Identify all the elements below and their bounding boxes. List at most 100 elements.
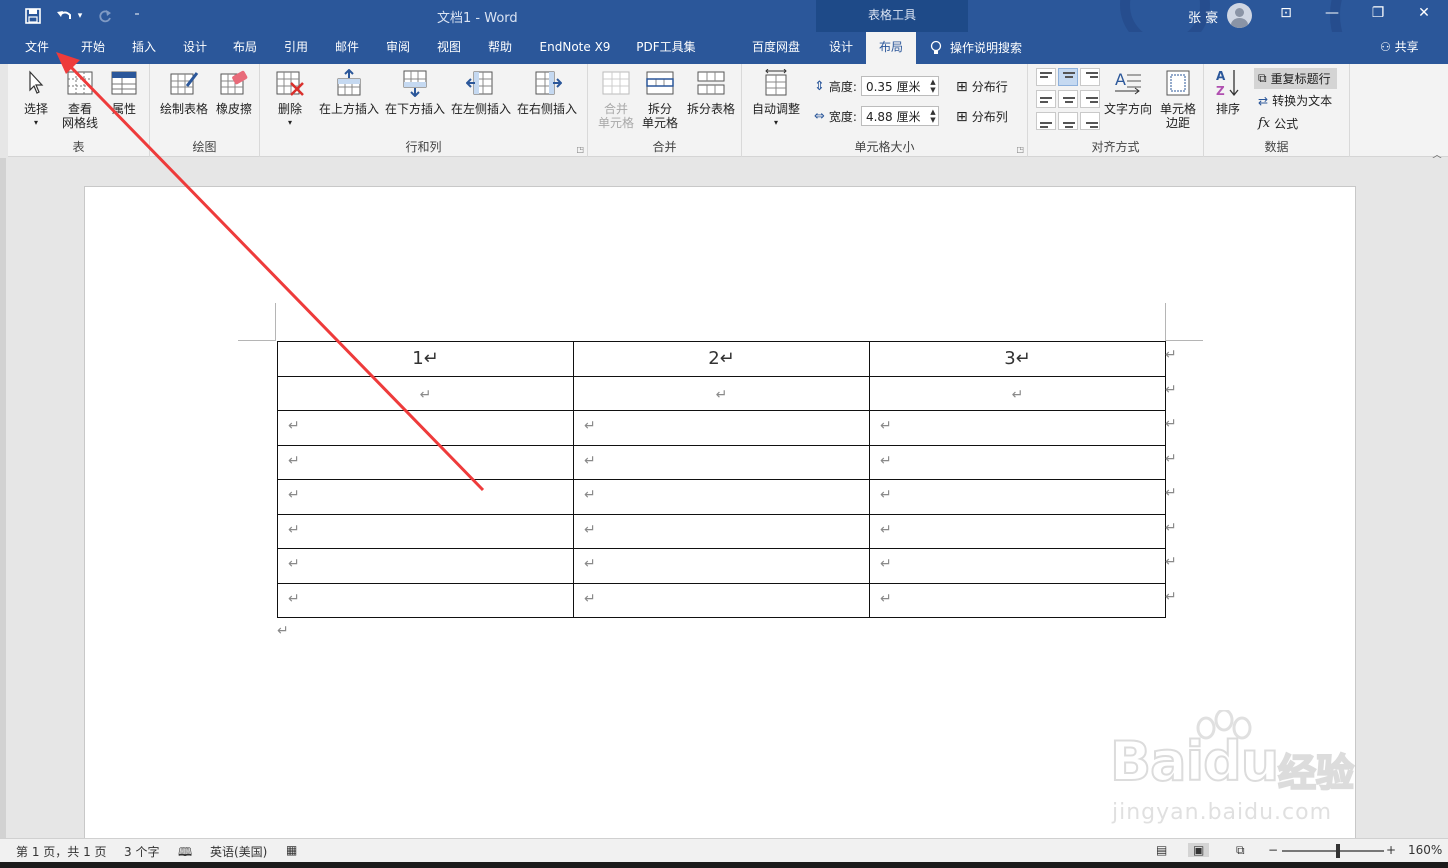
align-top-left-icon[interactable] xyxy=(1036,68,1056,86)
tell-me-search[interactable]: 操作说明搜索 xyxy=(930,32,1022,64)
select-button[interactable]: 选择 ▾ xyxy=(16,68,56,130)
draw-table-button[interactable]: 绘制表格 xyxy=(158,68,210,116)
formula-button[interactable]: fx 公式 xyxy=(1258,115,1298,132)
share-button[interactable]: ⚇ 共享 xyxy=(1380,32,1419,64)
redo-icon[interactable] xyxy=(94,6,116,26)
undo-icon[interactable] xyxy=(54,6,76,26)
align-middle-left-icon[interactable] xyxy=(1036,90,1056,108)
table-cell[interactable]: ↵ xyxy=(277,410,574,446)
customize-qat-icon[interactable]: ⁼ xyxy=(126,6,148,26)
zoom-slider[interactable] xyxy=(1282,844,1384,858)
table-cell[interactable]: ↵ xyxy=(573,513,870,549)
tab-references[interactable]: 引用 xyxy=(273,32,319,64)
tab-review[interactable]: 审阅 xyxy=(375,32,421,64)
insert-above-button[interactable]: 在上方插入 xyxy=(318,68,380,116)
table-cell[interactable]: ↵ xyxy=(869,582,1166,618)
tab-home[interactable]: 开始 xyxy=(70,32,116,64)
align-bottom-center-icon[interactable] xyxy=(1058,112,1078,130)
sort-button[interactable]: AZ 排序 xyxy=(1210,68,1246,116)
merge-cells-button[interactable]: 合并 单元格 xyxy=(596,68,636,130)
tab-endnote[interactable]: EndNote X9 xyxy=(532,32,618,64)
close-icon[interactable]: ✕ xyxy=(1412,5,1436,21)
autofit-button[interactable]: 自动调整 ▾ xyxy=(748,68,804,130)
row-height-input[interactable]: 0.35 厘米 ▲ ▼ xyxy=(860,76,939,96)
align-bottom-right-icon[interactable] xyxy=(1080,112,1100,130)
table-cell[interactable]: ↵ xyxy=(573,444,870,480)
language[interactable]: 英语(美国) xyxy=(210,843,267,860)
table-cell[interactable]: ↵ xyxy=(573,410,870,446)
text-direction-button[interactable]: A 文字方向 xyxy=(1102,68,1154,116)
table-cell[interactable]: ↵ xyxy=(573,375,870,411)
zoom-level[interactable]: 160% xyxy=(1408,843,1442,857)
table-cell[interactable]: ↵ xyxy=(869,513,1166,549)
insert-left-button[interactable]: 在左侧插入 xyxy=(450,68,512,116)
align-middle-center-icon[interactable] xyxy=(1058,90,1078,108)
table-cell[interactable]: ↵ xyxy=(277,548,574,584)
restore-icon[interactable]: ❐ xyxy=(1366,5,1390,21)
distribute-rows-button[interactable]: ⊞ 分布行 xyxy=(956,78,1008,95)
table-cell[interactable]: ↵ xyxy=(869,479,1166,515)
zoom-in-icon[interactable]: + xyxy=(1386,843,1396,857)
table-cell[interactable]: 2↵ xyxy=(573,341,870,377)
save-icon[interactable] xyxy=(22,6,44,26)
zoom-slider-thumb[interactable] xyxy=(1336,844,1340,858)
tab-table-design[interactable]: 设计 xyxy=(818,32,864,64)
convert-to-text-button[interactable]: ⇄ 转换为文本 xyxy=(1258,92,1332,109)
align-middle-right-icon[interactable] xyxy=(1080,90,1100,108)
zoom-out-icon[interactable]: − xyxy=(1268,843,1278,857)
repeat-header-rows-button[interactable]: ⧉ 重复标题行 xyxy=(1254,68,1337,89)
tab-file[interactable]: 文件 xyxy=(14,32,60,64)
tab-pdf-tools[interactable]: PDF工具集 xyxy=(628,32,704,64)
insert-below-button[interactable]: 在下方插入 xyxy=(384,68,446,116)
user-name[interactable]: 张 豪 xyxy=(1188,7,1218,26)
properties-button[interactable]: 属性 xyxy=(104,68,144,116)
tab-help[interactable]: 帮助 xyxy=(477,32,523,64)
eraser-button[interactable]: 橡皮擦 xyxy=(212,68,256,116)
column-width-input[interactable]: 4.88 厘米 ▲ ▼ xyxy=(860,106,939,126)
document-table[interactable]: 1↵ 2↵ 3↵ ↵ ↵ ↵ ↵ ↵ ↵ ↵ ↵ ↵ ↵ ↵ ↵ ↵ ↵ ↵ ↵… xyxy=(277,341,1166,618)
watermark-cn: 经验 xyxy=(1277,750,1355,796)
page-count[interactable]: 第 1 页，共 1 页 xyxy=(16,843,107,860)
split-table-button[interactable]: 拆分表格 xyxy=(684,68,738,116)
table-cell[interactable]: ↵ xyxy=(277,582,574,618)
table-cell[interactable]: ↵ xyxy=(869,375,1166,411)
table-cell[interactable]: 1↵ xyxy=(277,341,574,377)
table-cell[interactable]: ↵ xyxy=(573,548,870,584)
table-cell[interactable]: 3↵ xyxy=(869,341,1166,377)
align-bottom-left-icon[interactable] xyxy=(1036,112,1056,130)
tab-view[interactable]: 视图 xyxy=(426,32,472,64)
table-cell[interactable]: ↵ xyxy=(277,513,574,549)
word-count[interactable]: 3 个字 xyxy=(124,843,159,860)
macro-record-icon[interactable]: ▦ xyxy=(286,843,297,857)
insert-right-button[interactable]: 在右侧插入 xyxy=(516,68,578,116)
delete-button[interactable]: 删除 ▾ xyxy=(270,68,310,130)
split-cells-button[interactable]: 拆分 单元格 xyxy=(640,68,680,130)
ribbon-display-options-icon[interactable]: ⊡ xyxy=(1274,5,1298,21)
proofing-icon[interactable]: 🕮 xyxy=(178,843,192,864)
table-cell[interactable]: ↵ xyxy=(573,582,870,618)
table-cell[interactable]: ↵ xyxy=(573,479,870,515)
tab-baidu-netdisk[interactable]: 百度网盘 xyxy=(744,32,808,64)
avatar[interactable] xyxy=(1227,3,1252,28)
minimize-icon[interactable]: — xyxy=(1320,5,1344,21)
read-mode-icon[interactable]: ▤ xyxy=(1156,843,1167,857)
table-cell[interactable]: ↵ xyxy=(277,479,574,515)
table-cell[interactable]: ↵ xyxy=(869,444,1166,480)
web-layout-icon[interactable]: ⧉ xyxy=(1236,843,1245,858)
tab-table-layout[interactable]: 布局 xyxy=(866,32,916,64)
table-cell[interactable]: ↵ xyxy=(869,548,1166,584)
print-layout-icon[interactable]: ▣ xyxy=(1188,843,1210,857)
view-gridlines-button[interactable]: 查看 网格线 xyxy=(58,68,102,130)
undo-dropdown-icon[interactable]: ▾ xyxy=(76,6,84,26)
tab-mailings[interactable]: 邮件 xyxy=(324,32,370,64)
table-cell[interactable]: ↵ xyxy=(277,375,574,411)
table-cell[interactable]: ↵ xyxy=(277,444,574,480)
cell-margins-button[interactable]: 单元格 边距 xyxy=(1156,68,1200,130)
table-cell[interactable]: ↵ xyxy=(869,410,1166,446)
align-top-right-icon[interactable] xyxy=(1080,68,1100,86)
tab-insert[interactable]: 插入 xyxy=(121,32,167,64)
tab-design[interactable]: 设计 xyxy=(172,32,218,64)
distribute-columns-button[interactable]: ⊞ 分布列 xyxy=(956,108,1008,125)
align-top-center-icon[interactable] xyxy=(1058,68,1078,86)
tab-layout[interactable]: 布局 xyxy=(222,32,268,64)
